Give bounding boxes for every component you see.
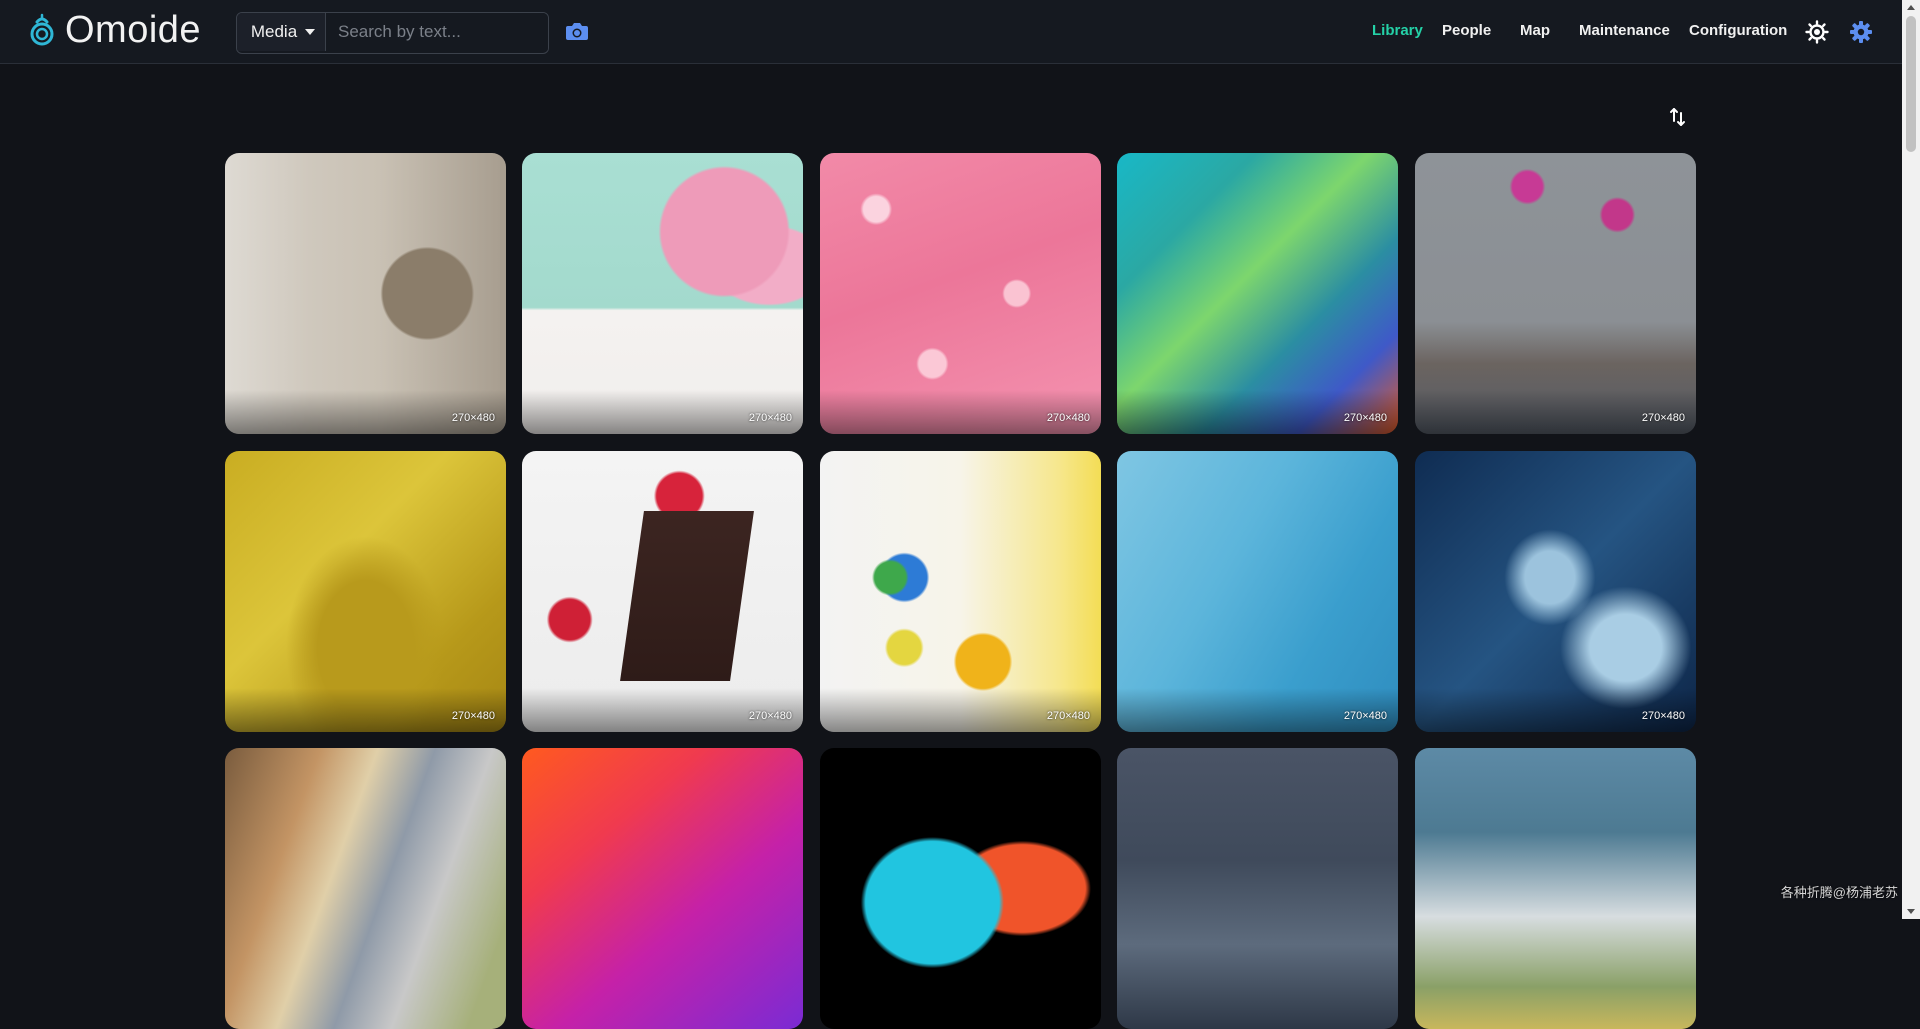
media-tile[interactable]: 270×480 [1415, 451, 1696, 732]
camera-icon[interactable] [565, 21, 589, 41]
media-tile[interactable] [1415, 748, 1696, 1029]
media-size-label: 270×480 [749, 412, 792, 424]
nav-maintenance[interactable]: Maintenance [1579, 22, 1670, 39]
media-tile[interactable] [820, 748, 1101, 1029]
media-tile[interactable] [1117, 748, 1398, 1029]
media-tile[interactable]: 270×480 [1415, 153, 1696, 434]
media-tile[interactable]: 270×480 [820, 153, 1101, 434]
media-size-label: 270×480 [1344, 710, 1387, 722]
search-group: Media [236, 12, 549, 54]
omoide-logo-icon [29, 13, 55, 47]
media-size-label: 270×480 [1344, 412, 1387, 424]
media-size-label: 270×480 [1047, 710, 1090, 722]
media-tile[interactable]: 270×480 [820, 451, 1101, 732]
media-tile[interactable]: 270×480 [1117, 153, 1398, 434]
nav-people[interactable]: People [1442, 22, 1491, 39]
brand-title: Omoide [65, 10, 201, 50]
media-size-label: 270×480 [452, 412, 495, 424]
scroll-down-icon[interactable] [1907, 909, 1915, 914]
media-size-label: 270×480 [452, 710, 495, 722]
media-tile[interactable]: 270×480 [225, 451, 506, 732]
nav-library[interactable]: Library [1372, 22, 1423, 39]
sort-icon[interactable] [1669, 106, 1687, 128]
scroll-thumb[interactable] [1906, 16, 1916, 152]
gear-icon[interactable] [1849, 20, 1873, 44]
media-tile[interactable]: 270×480 [522, 451, 803, 732]
top-navbar: Omoide Media Library People Map Maintena… [0, 0, 1902, 64]
media-size-label: 270×480 [1642, 710, 1685, 722]
media-tile[interactable]: 270×480 [225, 153, 506, 434]
page-scrollbar[interactable] [1902, 0, 1920, 919]
media-size-label: 270×480 [749, 710, 792, 722]
brand[interactable]: Omoide [29, 10, 201, 50]
search-input[interactable] [326, 13, 548, 51]
media-size-label: 270×480 [1642, 412, 1685, 424]
nav-configuration[interactable]: Configuration [1689, 22, 1787, 39]
search-scope-dropdown[interactable]: Media [237, 13, 326, 51]
media-tile[interactable]: 270×480 [1117, 451, 1398, 732]
media-tile[interactable] [522, 748, 803, 1029]
watermark-text: 各种折腾@杨浦老苏 [1781, 882, 1898, 901]
media-tile[interactable]: 270×480 [522, 153, 803, 434]
media-size-label: 270×480 [1047, 412, 1090, 424]
chevron-down-icon [305, 29, 315, 35]
media-tile[interactable] [225, 748, 506, 1029]
scroll-up-icon[interactable] [1907, 5, 1915, 10]
nav-map[interactable]: Map [1520, 22, 1550, 39]
search-scope-label: Media [251, 22, 297, 42]
brightness-icon[interactable] [1805, 20, 1829, 44]
